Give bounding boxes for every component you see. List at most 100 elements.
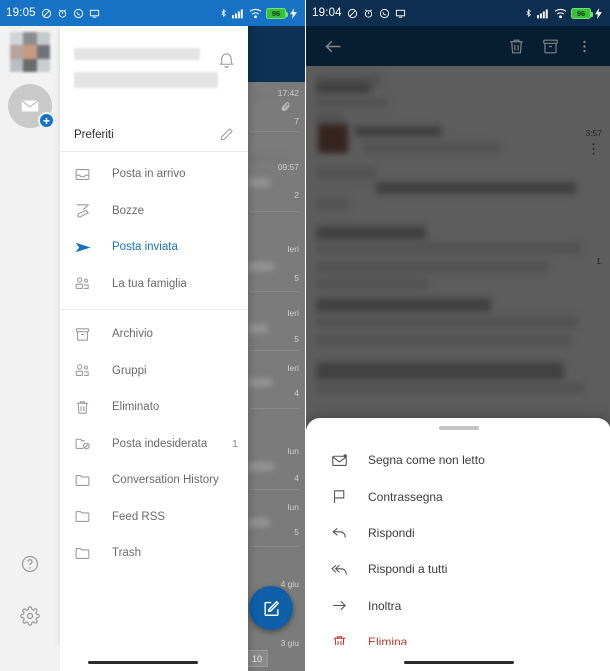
left-nav-area	[0, 645, 305, 671]
add-account-button[interactable]: +	[8, 84, 55, 129]
sidebar-item-drafts[interactable]: Bozze	[60, 193, 248, 230]
account-email-placeholder	[74, 72, 218, 88]
account-name-placeholder	[74, 48, 200, 60]
whatsapp-icon	[379, 8, 390, 19]
mail-row-count: 5	[294, 273, 299, 283]
sidebar-item-deleted[interactable]: Eliminato	[60, 389, 248, 426]
forward-arrow-icon	[326, 597, 352, 614]
account-avatar[interactable]	[10, 32, 50, 72]
pencil-icon[interactable]	[219, 127, 234, 142]
blur-line	[248, 178, 270, 187]
attachment-clip-icon	[281, 102, 291, 112]
sidebar-item-label: Posta indesiderata	[112, 437, 208, 450]
sheet-item-reply[interactable]: Rispondi	[306, 515, 610, 551]
blur-line	[248, 154, 288, 162]
plus-badge: +	[38, 112, 55, 129]
sheet-item-label: Rispondi a tutti	[368, 562, 448, 577]
charging-bolt-icon	[595, 7, 602, 19]
sidebar-item-label: Trash	[112, 547, 141, 560]
reply-icon	[326, 524, 352, 541]
mail-row-divider	[250, 408, 299, 409]
favorites-row[interactable]: Preferiti	[60, 118, 248, 152]
dual-screenshot-container: 19:05 96 17:42 7 09:57 2 Ieri 5 Ieri 5 I…	[0, 0, 610, 671]
bluetooth-icon	[219, 7, 228, 19]
mail-row-count: 2	[294, 190, 299, 200]
battery-indicator: 96	[266, 7, 288, 19]
bell-icon[interactable]	[217, 50, 236, 69]
sidebar-item-junk[interactable]: Posta indesiderata 1	[60, 426, 248, 463]
help-icon[interactable]	[17, 551, 43, 577]
sidebar-item-sent[interactable]: Posta inviata	[60, 229, 248, 266]
sidebar-item-archive[interactable]: Archivio	[60, 316, 248, 353]
mail-row-time: lun	[287, 446, 299, 456]
screencast-icon	[395, 8, 406, 19]
sheet-item-reply-all[interactable]: Rispondi a tutti	[306, 551, 610, 587]
flag-icon	[326, 488, 352, 505]
nav-left-pad	[0, 645, 60, 671]
charging-bolt-icon	[290, 7, 297, 19]
sheet-item-flag[interactable]: Contrassegna	[306, 478, 610, 514]
mail-row-count: 5	[294, 527, 299, 537]
mail-row-divider	[250, 211, 299, 212]
compose-icon	[262, 599, 281, 618]
junk-folder-icon	[74, 435, 100, 452]
sidebar-item-groups[interactable]: Gruppi	[60, 353, 248, 390]
sent-plane-icon	[74, 238, 100, 257]
mark-unread-icon	[326, 452, 352, 469]
sheet-item-label: Inoltra	[368, 598, 402, 613]
mail-row-time: Ieri	[287, 308, 299, 318]
status-bar-left: 19:05	[6, 7, 100, 19]
sidebar-item-conversation-history[interactable]: Conversation History	[60, 462, 248, 499]
mail-row-time: 09:57	[277, 162, 299, 172]
sheet-item-label: Segna come non letto	[368, 453, 485, 468]
blur-line	[248, 324, 268, 333]
right-nav-area	[306, 645, 610, 671]
sidebar-item-label: Eliminato	[112, 401, 160, 414]
status-time: 19:04	[312, 7, 342, 19]
bottom-sheet-menu: Segna come non letto Contrassegna Rispon…	[306, 418, 610, 671]
favorites-label: Preferiti	[74, 128, 114, 141]
inbox-icon	[74, 166, 100, 183]
blur-line	[248, 462, 274, 471]
signal-icon	[232, 8, 245, 19]
mail-row-time: lun	[287, 502, 299, 512]
navigation-drawer: Preferiti Posta in arrivo Bozze Posta in…	[60, 26, 248, 671]
sidebar-item-label: Posta inviata	[112, 241, 178, 254]
sidebar-item-inbox[interactable]: Posta in arrivo	[60, 156, 248, 193]
drawer-folder-list: Posta in arrivo Bozze Posta inviata La t…	[60, 152, 248, 572]
sheet-item-forward[interactable]: Inoltra	[306, 588, 610, 624]
gesture-nav-pill[interactable]	[404, 660, 514, 664]
sidebar-item-trash[interactable]: Trash	[60, 535, 248, 572]
mail-list-topbar	[248, 26, 305, 82]
battery-indicator: 96	[571, 7, 593, 19]
blur-line	[248, 262, 274, 271]
trash-icon	[74, 399, 100, 416]
right-phone-body: 3:57 1 Segna come non letto Contrassegna…	[306, 26, 610, 671]
sidebar-item-feed-rss[interactable]: Feed RSS	[60, 499, 248, 536]
mail-row-count: 4	[294, 388, 299, 398]
compose-fab-button[interactable]	[249, 586, 293, 630]
sidebar-item-label: La tua famiglia	[112, 277, 187, 290]
sidebar-item-family[interactable]: La tua famiglia	[60, 266, 248, 303]
folder-icon	[74, 508, 100, 525]
blur-line	[248, 378, 272, 387]
sidebar-item-label: Gruppi	[112, 364, 147, 377]
sheet-item-mark-unread[interactable]: Segna come non letto	[306, 442, 610, 478]
group-icon	[74, 275, 100, 292]
whatsapp-icon	[73, 8, 84, 19]
mail-row-divider	[250, 291, 299, 292]
settings-gear-icon[interactable]	[17, 603, 43, 629]
left-phone-screen: 19:05 96 17:42 7 09:57 2 Ieri 5 Ieri 5 I…	[0, 0, 305, 671]
mail-row-count: 5	[294, 334, 299, 344]
drawer-header	[60, 26, 248, 118]
wifi-icon	[249, 8, 262, 19]
mail-row-divider	[250, 489, 299, 490]
gesture-nav-pill[interactable]	[88, 660, 198, 664]
reply-all-icon	[326, 561, 352, 578]
right-phone-screen: 19:04 96 3:57 1 Segna come non letto Con…	[305, 0, 610, 671]
mute-icon	[347, 8, 358, 19]
sidebar-item-label: Feed RSS	[112, 510, 166, 523]
sidebar-item-count: 1	[232, 437, 238, 450]
status-bar-left: 19:04	[312, 7, 406, 19]
group-icon	[74, 362, 100, 379]
